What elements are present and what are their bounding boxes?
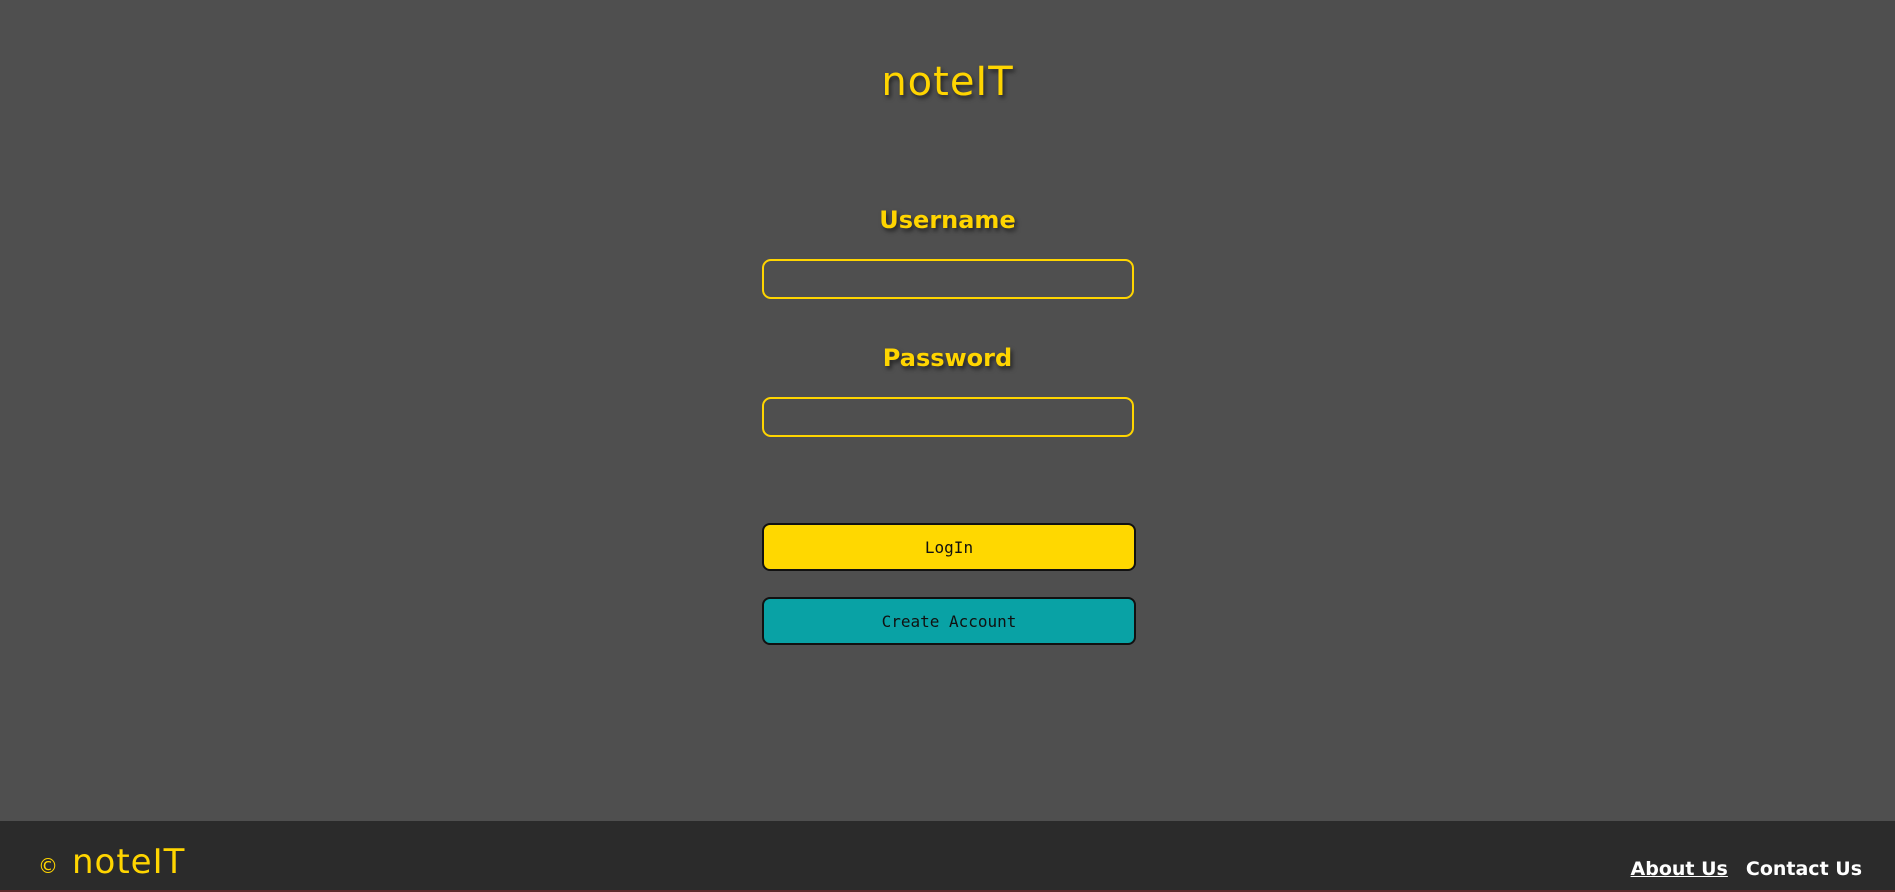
footer-brand-name: noteIT — [72, 842, 186, 882]
contact-us-link[interactable]: Contact Us — [1746, 858, 1862, 880]
main-content: noteIT Username Password LogIn Create Ac… — [0, 0, 1895, 821]
username-label: Username — [879, 206, 1016, 234]
username-input[interactable] — [762, 259, 1134, 299]
password-label: Password — [882, 344, 1013, 372]
password-input[interactable] — [762, 397, 1134, 437]
login-page: noteIT Username Password LogIn Create Ac… — [0, 0, 1895, 892]
app-title: noteIT — [881, 59, 1014, 105]
login-button[interactable]: LogIn — [762, 523, 1136, 571]
footer-brand: © noteIT — [38, 845, 185, 879]
about-us-link[interactable]: About Us — [1631, 858, 1728, 880]
copyright-icon: © — [38, 854, 58, 878]
footer: © noteIT About Us Contact Us — [0, 821, 1895, 892]
footer-links: About Us Contact Us — [1631, 858, 1862, 880]
create-account-button[interactable]: Create Account — [762, 597, 1136, 645]
